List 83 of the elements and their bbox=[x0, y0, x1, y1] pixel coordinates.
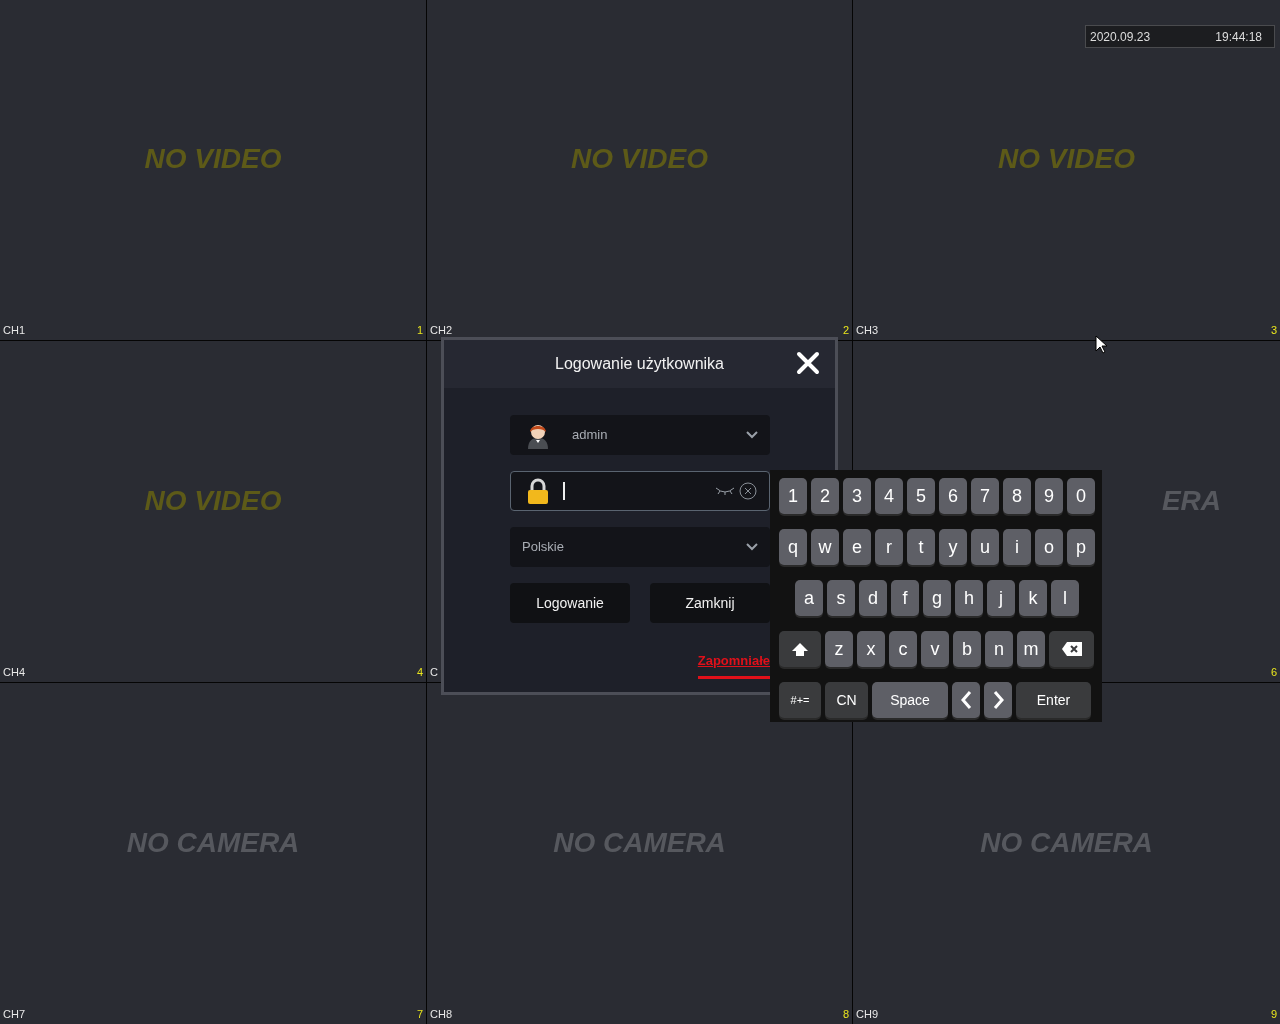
close-button[interactable]: Zamknij bbox=[650, 583, 770, 623]
language-text: Polskie bbox=[522, 538, 564, 557]
key[interactable]: m bbox=[1017, 631, 1045, 667]
channel-label: CH1 bbox=[3, 322, 25, 338]
chevron-right-icon bbox=[992, 691, 1004, 709]
key[interactable]: t bbox=[907, 529, 935, 565]
time-text: 19:44:18 bbox=[1215, 28, 1262, 46]
channel-label: CH8 bbox=[430, 1006, 452, 1022]
key[interactable]: n bbox=[985, 631, 1013, 667]
key[interactable]: v bbox=[921, 631, 949, 667]
dialog-title: Logowanie użytkownika bbox=[555, 354, 724, 374]
key[interactable]: 2 bbox=[811, 478, 839, 514]
key[interactable]: 6 bbox=[939, 478, 967, 514]
login-button[interactable]: Logowanie bbox=[510, 583, 630, 623]
channel-number: 3 bbox=[1270, 322, 1277, 338]
enter-key[interactable]: Enter bbox=[1016, 682, 1091, 718]
language-dropdown[interactable]: Polskie bbox=[510, 527, 770, 567]
key[interactable]: l bbox=[1051, 580, 1079, 616]
symbols-key[interactable]: #+= bbox=[779, 682, 821, 718]
closed-eye-icon[interactable] bbox=[715, 487, 735, 495]
key[interactable]: 4 bbox=[875, 478, 903, 514]
key[interactable]: c bbox=[889, 631, 917, 667]
key[interactable]: x bbox=[857, 631, 885, 667]
text-cursor bbox=[563, 482, 565, 500]
key[interactable]: 5 bbox=[907, 478, 935, 514]
channel-label: CH7 bbox=[3, 1006, 25, 1022]
key[interactable]: w bbox=[811, 529, 839, 565]
key[interactable]: p bbox=[1067, 529, 1095, 565]
channel-number: 4 bbox=[416, 664, 423, 680]
key[interactable]: 0 bbox=[1067, 478, 1095, 514]
chevron-down-icon bbox=[746, 543, 758, 551]
key[interactable]: b bbox=[953, 631, 981, 667]
channel-label: CH3 bbox=[856, 322, 878, 338]
chevron-left-icon bbox=[960, 691, 972, 709]
close-button[interactable] bbox=[795, 350, 821, 376]
key[interactable]: 8 bbox=[1003, 478, 1031, 514]
channel-number: 9 bbox=[1270, 1006, 1277, 1022]
channel-label: CH4 bbox=[3, 664, 25, 680]
lang-key[interactable]: CN bbox=[825, 682, 868, 718]
channel-label: CH9 bbox=[856, 1006, 878, 1022]
channel-number: 8 bbox=[842, 1006, 849, 1022]
channel-label: C bbox=[430, 664, 438, 680]
channel-number: 1 bbox=[416, 322, 423, 338]
left-key[interactable] bbox=[952, 682, 980, 718]
key[interactable]: 3 bbox=[843, 478, 871, 514]
key[interactable]: j bbox=[987, 580, 1015, 616]
key[interactable]: a bbox=[795, 580, 823, 616]
key[interactable]: k bbox=[1019, 580, 1047, 616]
shift-icon bbox=[791, 641, 809, 657]
chevron-down-icon bbox=[746, 431, 758, 439]
close-icon bbox=[795, 350, 821, 376]
channel-label: CH2 bbox=[430, 322, 452, 338]
key[interactable]: h bbox=[955, 580, 983, 616]
key[interactable]: r bbox=[875, 529, 903, 565]
backspace-icon bbox=[1060, 641, 1083, 657]
shift-key[interactable] bbox=[779, 631, 821, 667]
key[interactable]: s bbox=[827, 580, 855, 616]
date-text: 2020.09.23 bbox=[1090, 28, 1151, 46]
space-key[interactable]: Space bbox=[872, 682, 948, 718]
key[interactable]: d bbox=[859, 580, 887, 616]
right-key[interactable] bbox=[984, 682, 1012, 718]
channel-number: 6 bbox=[1270, 664, 1277, 680]
key[interactable]: 7 bbox=[971, 478, 999, 514]
key[interactable]: 9 bbox=[1035, 478, 1063, 514]
key[interactable]: g bbox=[923, 580, 951, 616]
backspace-key[interactable] bbox=[1049, 631, 1094, 667]
key[interactable]: z bbox=[825, 631, 853, 667]
key[interactable]: q bbox=[779, 529, 807, 565]
channel-number: 2 bbox=[842, 322, 849, 338]
user-dropdown[interactable]: admin bbox=[510, 415, 770, 455]
user-name: admin bbox=[572, 426, 608, 445]
channel-number: 7 bbox=[416, 1006, 423, 1022]
clear-icon[interactable] bbox=[739, 482, 757, 500]
key[interactable]: 1 bbox=[779, 478, 807, 514]
key[interactable]: y bbox=[939, 529, 967, 565]
key[interactable]: o bbox=[1035, 529, 1063, 565]
password-field[interactable] bbox=[510, 471, 770, 511]
padlock-icon bbox=[527, 478, 549, 504]
key[interactable]: i bbox=[1003, 529, 1031, 565]
key[interactable]: u bbox=[971, 529, 999, 565]
key[interactable]: e bbox=[843, 529, 871, 565]
mouse-pointer-icon bbox=[1095, 335, 1107, 355]
key[interactable]: f bbox=[891, 580, 919, 616]
